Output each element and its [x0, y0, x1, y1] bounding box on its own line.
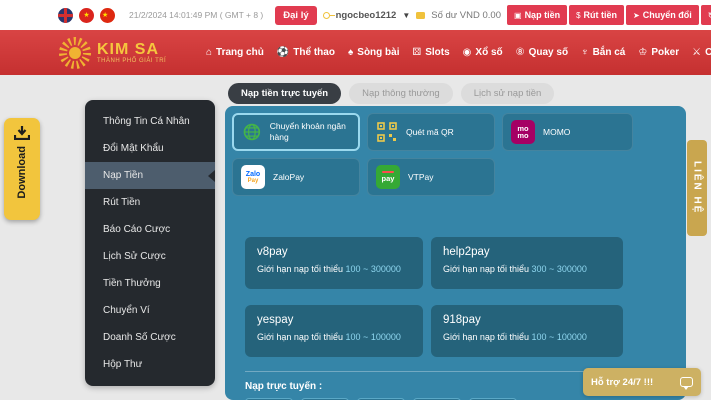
tab-normal-deposit[interactable]: Nạp thông thường: [349, 83, 453, 104]
language-flag-uk[interactable]: [58, 8, 73, 23]
vtpay-icon: pay: [376, 165, 400, 189]
topbar: ★ ★ 21/2/2024 14:01:49 PM ( GMT + 8 ) Đạ…: [0, 0, 711, 30]
wallet-icon: [416, 12, 425, 19]
provider-help2pay[interactable]: help2pay Giới hạn nạp tối thiểu 300 ~ 30…: [431, 237, 623, 289]
lottery-ball-icon: ◉: [463, 47, 472, 58]
main-header: KIM SA THÀNH PHỐ GIẢI TRÍ ⌂Trang chủ ⚽Th…: [0, 30, 711, 75]
home-icon: ⌂: [206, 47, 212, 58]
sidebar-item-bet-report[interactable]: Báo Cáo Cược: [85, 216, 215, 243]
banknote-icon: ▣: [514, 11, 522, 20]
agent-button[interactable]: Đại lý: [275, 6, 316, 25]
cards-icon: ♠: [348, 47, 353, 58]
chevron-down-icon[interactable]: ▼: [402, 11, 410, 20]
tab-deposit-history[interactable]: Lịch sử nạp tiền: [461, 83, 555, 104]
nav-sports[interactable]: ⚽Thể thao: [277, 47, 335, 58]
account-sidebar: Thông Tin Cá Nhân Đổi Mật Khẩu Nạp Tiền …: [85, 100, 215, 386]
fish-icon: ♆: [581, 47, 589, 58]
language-flag-vn[interactable]: ★: [79, 8, 94, 23]
nav-fishing[interactable]: ♆Bắn cá: [581, 47, 625, 58]
sidebar-item-deposit[interactable]: Nạp Tiền: [85, 162, 215, 189]
contact-tab[interactable]: LIÊN HỆ: [687, 140, 707, 236]
method-qr-code[interactable]: Quét mã QR: [367, 113, 495, 151]
nav-home[interactable]: ⌂Trang chủ: [206, 47, 264, 58]
logo-subtitle: THÀNH PHỐ GIẢI TRÍ: [97, 58, 166, 64]
sidebar-item-bonus[interactable]: Tiền Thưởng: [85, 270, 215, 297]
rooster-icon: ⚔: [692, 47, 701, 58]
download-tab[interactable]: Download: [4, 118, 40, 220]
logo[interactable]: KIM SA THÀNH PHỐ GIẢI TRÍ: [58, 36, 206, 70]
history-button[interactable]: ↻Lịch sử: [701, 5, 711, 25]
soccer-icon: ⚽: [277, 47, 289, 58]
sidebar-item-bet-history[interactable]: Lịch Sử Cược: [85, 243, 215, 270]
balance-text: Số dư VND 0.00: [431, 10, 501, 21]
provider-yespay[interactable]: yespay Giới hạn nạp tối thiểu 100 ~ 1000…: [245, 305, 423, 357]
sidebar-item-withdraw[interactable]: Rút Tiền: [85, 189, 215, 216]
dollar-icon: $: [576, 11, 580, 20]
username[interactable]: ngocbeo1212: [336, 10, 397, 21]
method-momo[interactable]: momo MOMO: [502, 113, 633, 151]
crown-icon: ♔: [638, 47, 647, 58]
sidebar-item-turnover[interactable]: Doanh Số Cược: [85, 324, 215, 351]
topbar-actions: ▣Nạp tiền $Rút tiền ➤Chuyển đổi ↻Lịch sử…: [507, 5, 711, 25]
key-icon: [323, 12, 330, 19]
provider-918pay[interactable]: 918pay Giới hạn nạp tối thiểu 100 ~ 1000…: [431, 305, 623, 357]
section-divider: [245, 371, 641, 372]
momo-icon: momo: [511, 120, 535, 144]
nav-poker[interactable]: ♔Poker: [638, 47, 679, 58]
arrow-icon: ➤: [633, 11, 640, 20]
eight-ball-icon: ⑧: [516, 47, 525, 58]
deposit-tabs: Nạp tiền trực tuyến Nạp thông thường Lịc…: [228, 83, 554, 104]
qr-icon: [376, 121, 398, 143]
deposit-button[interactable]: ▣Nạp tiền: [507, 5, 567, 25]
zalopay-icon: ZaloPay: [241, 165, 265, 189]
globe-icon: [242, 120, 262, 144]
server-time: 21/2/2024 14:01:49 PM ( GMT + 8 ): [129, 10, 263, 20]
sidebar-item-change-password[interactable]: Đổi Mật Khẩu: [85, 135, 215, 162]
provider-v8pay[interactable]: v8pay Giới hạn nạp tối thiểu 100 ~ 30000…: [245, 237, 423, 289]
sidebar-item-profile[interactable]: Thông Tin Cá Nhân: [85, 108, 215, 135]
support-badge[interactable]: Hỗ trợ 24/7 !!!: [583, 368, 701, 396]
deposit-panel: Chuyển khoản ngân hàng Quét mã QR: [225, 106, 686, 400]
language-flag-cn[interactable]: ★: [100, 8, 115, 23]
method-zalopay[interactable]: ZaloPay ZaloPay: [232, 158, 360, 196]
nav-casino[interactable]: ♠Sòng bài: [348, 47, 400, 58]
tab-online-deposit[interactable]: Nạp tiền trực tuyến: [228, 83, 341, 104]
nav-lottery[interactable]: ◉Xổ số: [463, 47, 503, 58]
method-vtpay[interactable]: pay VTPay: [367, 158, 495, 196]
kimsa-deposit-page: ★ ★ 21/2/2024 14:01:49 PM ( GMT + 8 ) Đạ…: [0, 0, 711, 400]
payment-methods: Chuyển khoản ngân hàng Quét mã QR: [225, 106, 686, 203]
nav-slots[interactable]: ⚄Slots: [413, 47, 450, 58]
sunburst-logo-icon: [58, 36, 92, 70]
slot-icon: ⚄: [413, 47, 422, 58]
nav-cockfight[interactable]: ⚔Chọi gà: [692, 47, 711, 58]
download-icon: [14, 126, 30, 140]
provider-cards: v8pay Giới hạn nạp tối thiểu 100 ~ 30000…: [225, 203, 686, 357]
withdraw-button[interactable]: $Rút tiền: [569, 5, 624, 25]
sidebar-item-wallet-transfer[interactable]: Chuyển Ví: [85, 297, 215, 324]
sidebar-item-inbox[interactable]: Hộp Thư: [85, 351, 215, 378]
transfer-button[interactable]: ➤Chuyển đổi: [626, 5, 699, 25]
chat-bubble-icon: [680, 377, 693, 387]
logo-title: KIM SA: [97, 42, 166, 58]
nav-numbers[interactable]: ⑧Quay số: [516, 47, 568, 58]
main-nav: ⌂Trang chủ ⚽Thể thao ♠Sòng bài ⚄Slots ◉X…: [206, 47, 711, 58]
method-bank-transfer[interactable]: Chuyển khoản ngân hàng: [232, 113, 360, 151]
